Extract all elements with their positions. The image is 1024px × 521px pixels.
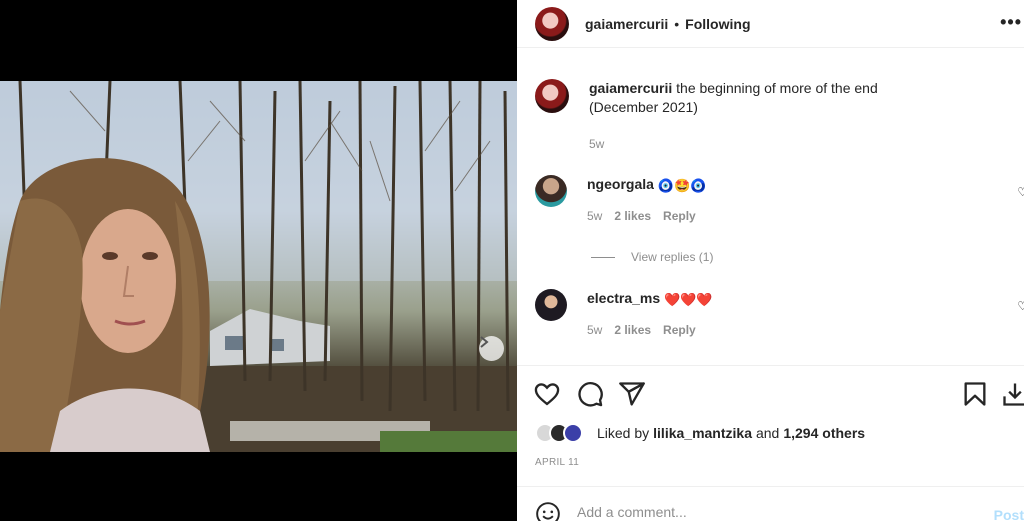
comment-text: ❤️❤️❤️ [664,291,713,307]
separator-dot: • [674,15,680,32]
comment-likes[interactable]: 2 likes [614,207,651,226]
liker-avatars [535,423,591,443]
replies-line [591,256,615,258]
liked-by-user[interactable]: lilika_mantzika [653,425,752,441]
next-slide-button[interactable] [479,336,504,361]
emoji-icon[interactable] [535,501,561,521]
more-options-icon[interactable]: ••• [1000,12,1022,33]
caption: gaiamercurii the beginning of more of th… [535,79,919,154]
comment-username[interactable]: electra_ms [587,290,660,306]
comment-text: 🧿🤩🧿 [657,177,707,193]
caption-age: 5w [589,137,605,151]
reply-button[interactable]: Reply [663,321,696,340]
post-date[interactable]: APRIL 11 [535,457,579,468]
comment-likes[interactable]: 2 likes [614,321,651,340]
post-side-panel: gaiamercurii • Following ••• gaiamercuri… [517,0,1024,521]
view-replies-button[interactable]: View replies (1) [591,250,713,264]
like-comment-heart-icon[interactable]: ♡ [1017,185,1024,199]
avatar[interactable] [535,289,567,321]
bookmark-icon[interactable] [961,380,989,408]
post-media [0,0,517,521]
comment-input[interactable] [577,504,977,520]
heart-icon[interactable] [533,380,561,408]
avatar[interactable] [535,175,567,207]
reply-button[interactable]: Reply [663,207,696,226]
download-icon[interactable] [1001,380,1024,408]
comment-age: 5w [587,208,603,223]
likes-count[interactable]: 1,294 others [783,425,865,441]
post-actions [517,365,1024,421]
add-comment-bar: Post [517,486,1024,521]
comment-item: ngeorgala 🧿🤩🧿 5w 2 likes Reply ♡ [535,175,1024,226]
avatar[interactable] [535,6,569,41]
post-photo [0,81,517,452]
like-comment-heart-icon[interactable]: ♡ [1017,299,1024,313]
chevron-right-icon [480,336,489,348]
comment-age: 5w [587,322,603,337]
comment-item: electra_ms ❤️❤️❤️ 5w 2 likes Reply ♡ [535,289,1024,340]
caption-username[interactable]: gaiamercurii [589,80,672,96]
post-comment-button[interactable]: Post [994,507,1024,521]
avatar [563,423,583,443]
liked-by-conj: and [755,425,780,441]
comment-username[interactable]: ngeorgala [587,176,654,192]
share-icon[interactable] [618,380,646,408]
comment-icon[interactable] [576,380,604,408]
post-header: gaiamercurii • Following ••• [517,0,1024,48]
view-replies-label: View replies (1) [631,250,714,264]
comments-section[interactable]: gaiamercurii the beginning of more of th… [517,57,1024,367]
forest-portrait-image [0,81,517,452]
liked-by-prefix: Liked by [597,425,650,441]
post-author-username[interactable]: gaiamercurii [585,16,668,32]
likes-summary: Liked by lilika_mantzika and 1,294 other… [535,423,865,443]
avatar[interactable] [535,79,569,113]
following-button[interactable]: Following [685,16,750,32]
